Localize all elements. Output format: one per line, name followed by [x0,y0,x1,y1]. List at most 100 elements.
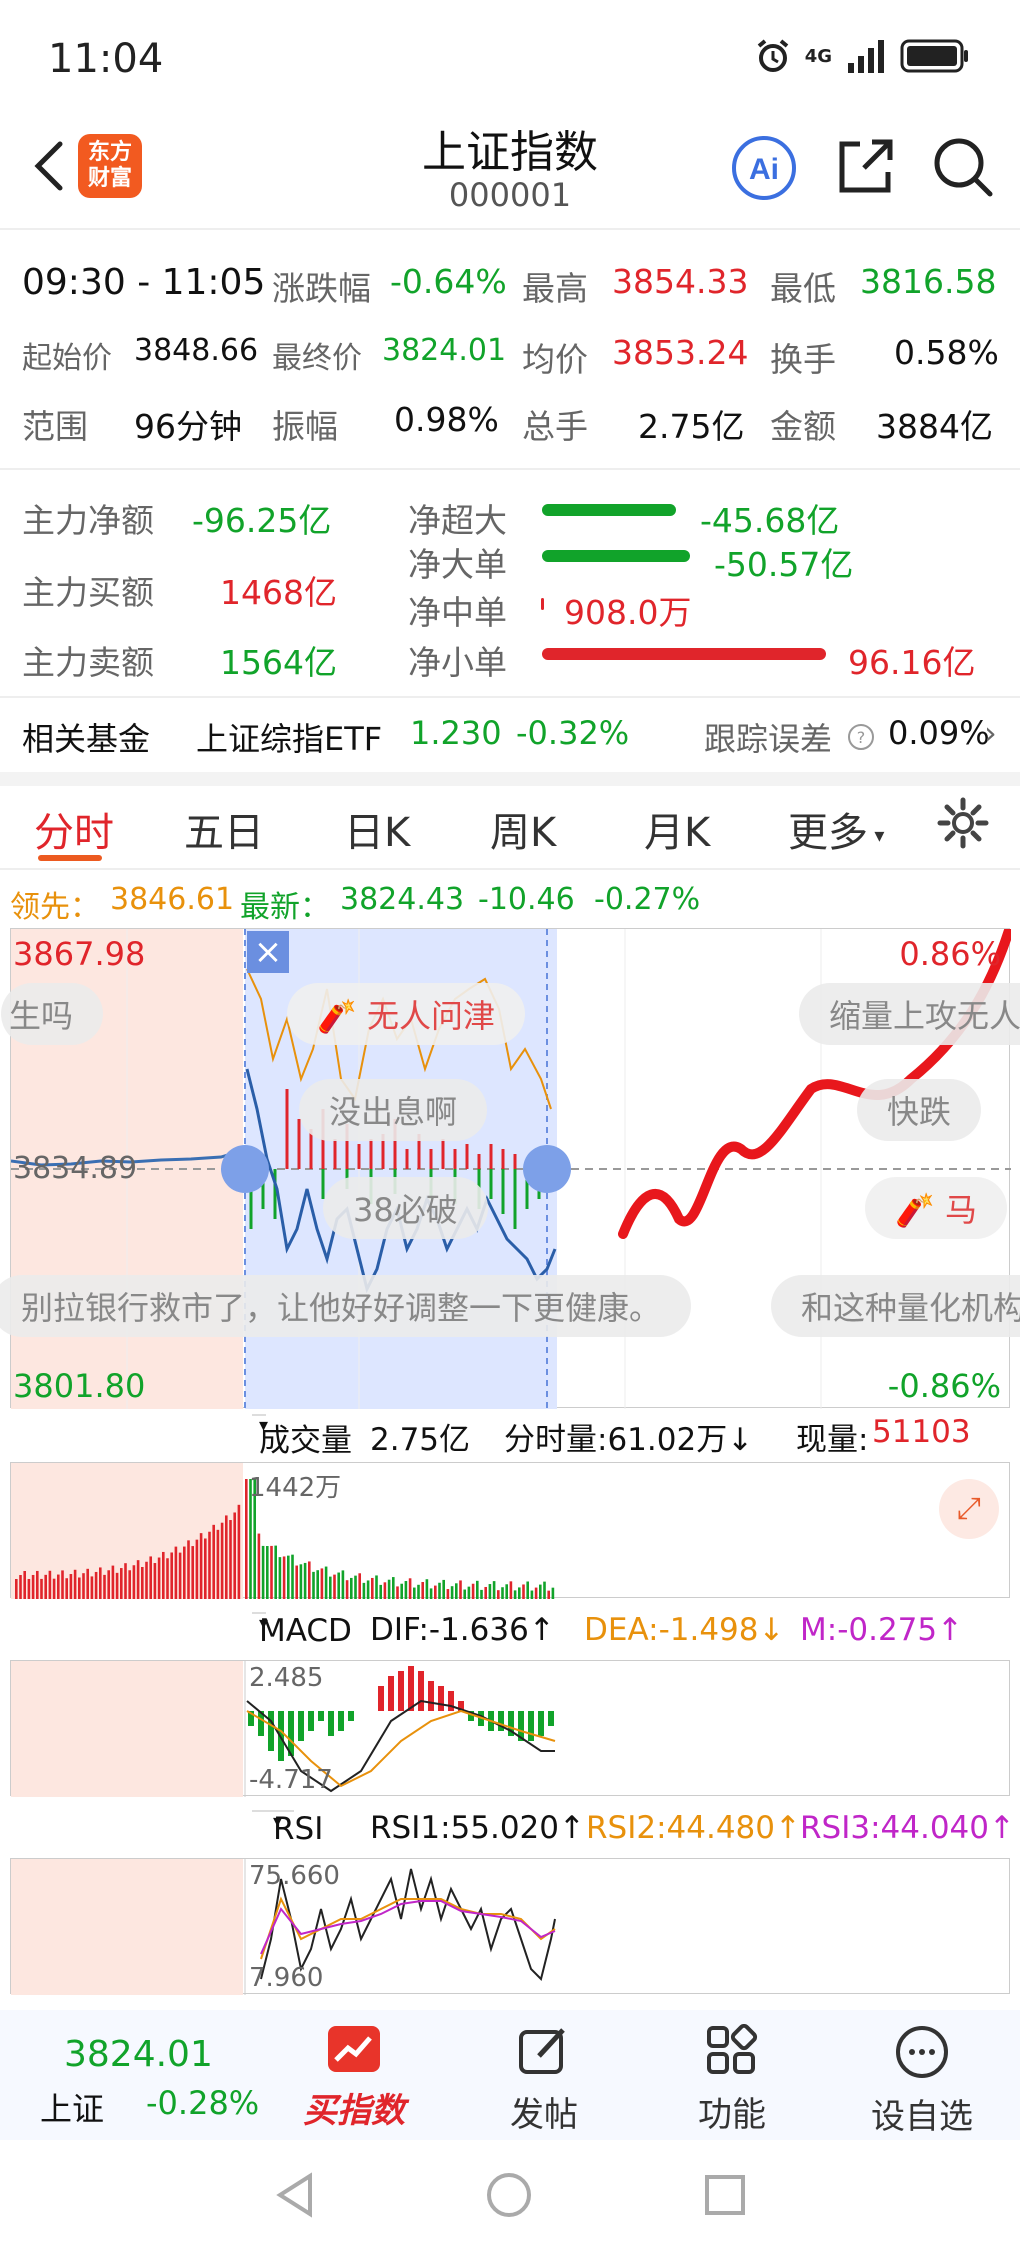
barrage-comment[interactable]: 没出息啊 [299,1079,488,1141]
tab-intraday[interactable]: 分时 [34,800,114,858]
medium-flow-bar [541,598,544,610]
volume-bar [166,1558,169,1599]
volume-bar [40,1578,43,1599]
large-value: -50.57亿 [714,545,854,584]
barrage-comment[interactable]: 快跌 [857,1079,982,1141]
volume-bar [86,1568,89,1599]
intraday-chart[interactable]: 3867.98 3801.80 3834.89 0.86% -0.86% × 🧨… [0,928,1020,1409]
volume-bar [107,1570,110,1599]
barrage-comment[interactable]: 缩量上攻无人 [799,983,1020,1045]
search-icon[interactable] [930,134,996,200]
volume-bar [547,1590,550,1599]
volume-bar [329,1576,332,1599]
tab-five-day[interactable]: 五日 [184,800,264,858]
expand-icon[interactable]: ⤢ [939,1479,999,1539]
selection-left-handle[interactable] [221,1145,269,1193]
settings-gear-icon[interactable] [936,796,990,850]
functions-button[interactable]: 功能 [662,2023,802,2136]
tracking-error-value: 0.09% [888,714,990,752]
tab-daily-k[interactable]: 日K [344,800,410,858]
volume-bar [61,1570,64,1599]
barrage-comment[interactable]: 🧨 马 [865,1177,1008,1239]
volume-bar [362,1582,366,1599]
nav-recents-icon[interactable] [700,2170,750,2220]
volume-bar [115,1572,119,1599]
now-volume-value: 51103 [872,1414,971,1450]
macd-chart: 2.485 -4.717 [10,1660,1010,1797]
medium-value: 908.0万 [564,593,692,632]
barrage-comment[interactable]: 和这种量化机构 [771,1275,1020,1337]
range-label: 范围 [22,407,88,446]
latest-value: 3824.43 [340,882,465,917]
ai-assistant-icon[interactable]: Ai [730,134,798,202]
macd-max-label: 2.485 [249,1663,324,1693]
volume-bar [178,1552,182,1599]
barrage-comment[interactable]: 🧨 无人问津 [287,983,526,1045]
volume-bar [220,1522,224,1599]
barrage-comment[interactable]: 38必破 [323,1177,488,1239]
volume-bar [530,1590,534,1599]
macd-indicator-select[interactable]: MACD ▾ [252,1612,352,1649]
volume-bar [543,1581,546,1599]
volume-bar [455,1583,458,1599]
close-selection-icon[interactable]: × [247,931,289,973]
volume-indicator-select[interactable]: 成交量 ▾ [252,1414,352,1459]
volume-bar [379,1584,382,1599]
barrage-comment[interactable]: 别拉银行救市了，让他好好调整一下更健康。 [0,1275,692,1337]
end-label: 最终价 [272,341,362,376]
volume-bar [371,1577,374,1599]
rsi-max-label: 75.660 [249,1861,340,1891]
y-max-label: 3867.98 [13,935,146,973]
volume-bar [141,1566,144,1599]
volume-bar [518,1587,521,1599]
macd-dif: DIF:-1.636↑ [370,1612,555,1648]
rsi-indicator-select[interactable]: RSI ▾ [252,1810,323,1847]
add-favorite-button[interactable]: 设自选 [852,2024,992,2138]
volume-bar [195,1539,199,1599]
tab-weekly-k[interactable]: 周K [490,800,556,858]
fund-name[interactable]: 上证综指ETF [196,714,382,760]
divider [0,868,1020,870]
volume-bar [480,1589,483,1599]
nav-back-icon[interactable] [270,2170,320,2220]
volume-bar [501,1587,504,1599]
tab-monthly-k[interactable]: 月K [644,800,710,858]
system-nav-bar [0,2140,1020,2250]
fund-price: 1.230 [410,714,502,752]
volume-bar [492,1581,496,1599]
functions-label: 功能 [698,2095,766,2135]
amount-value: 3884亿 [876,407,993,446]
super-label: 净超大 [408,501,507,540]
section-gap [0,772,1020,786]
battery-icon [900,39,968,73]
buy-index-button[interactable]: 买指数 [284,2024,424,2132]
selection-right-handle[interactable] [523,1145,571,1193]
volume-bar [212,1524,215,1599]
volume-bar [199,1533,203,1599]
help-icon[interactable]: ? [846,722,876,752]
range-value: 96分钟 [134,407,242,446]
barrage-comment[interactable]: 生吗 [1,983,104,1045]
volume-bar [463,1589,466,1599]
buy-index-label: 买指数 [303,2091,405,2131]
volume-bar [157,1557,161,1599]
post-button[interactable]: 发帖 [474,2024,614,2136]
tab-more[interactable]: 更多 ▾ [788,800,884,858]
volume-bar [484,1586,487,1599]
rsi3: RSI3:44.040↑ [800,1810,1015,1846]
volume-bar [526,1581,529,1599]
nav-home-icon[interactable] [484,2170,534,2220]
volume-bar [522,1584,525,1599]
header: 东方 财富 上证指数 000001 Ai [0,110,1020,230]
share-icon[interactable] [834,134,898,198]
large-flow-bar [542,550,690,562]
high-label: 最高 [522,269,588,308]
volume-bar [421,1582,424,1599]
volume-bar [497,1590,500,1599]
volume-bar [438,1582,441,1599]
chevron-right-icon: › [984,714,997,752]
volume-bar [36,1570,39,1599]
change-pct-value: -0.64% [390,262,507,301]
rsi-min-label: 7.960 [249,1963,324,1993]
edit-icon [519,2028,565,2074]
